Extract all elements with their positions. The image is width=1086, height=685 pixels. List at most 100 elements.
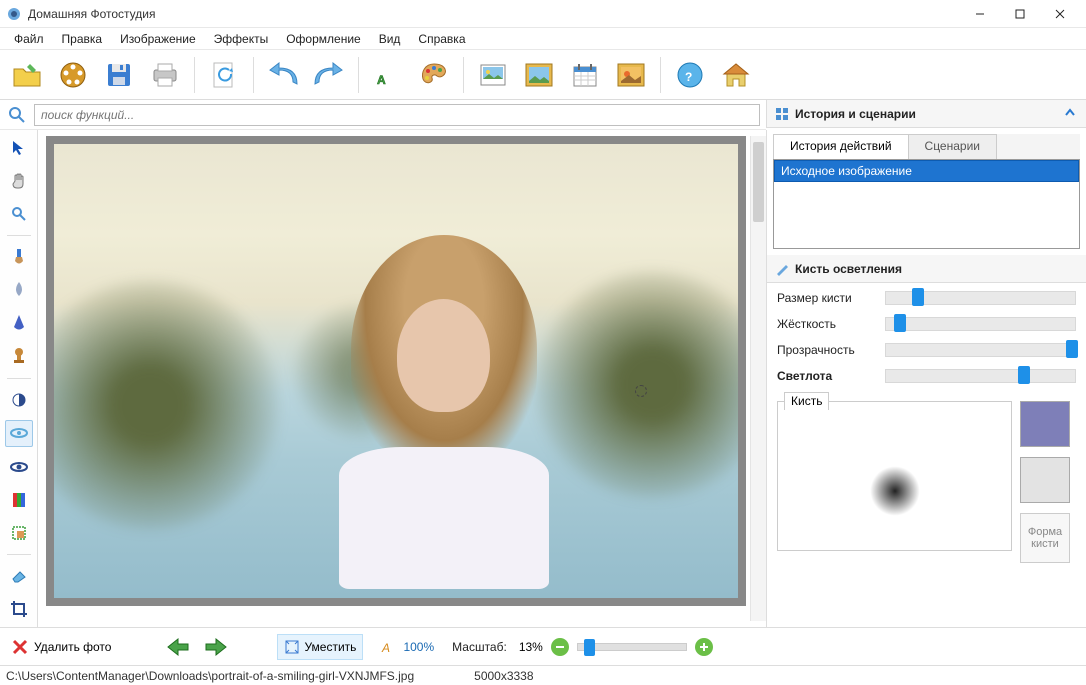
menu-file[interactable]: Файл xyxy=(6,30,52,48)
history-title: История и сценарии xyxy=(795,107,1064,121)
stamp-tool-icon[interactable] xyxy=(5,343,33,370)
history-panel-header: История и сценарии xyxy=(766,100,1086,128)
svg-text:?: ? xyxy=(685,70,692,84)
burn-tool-icon[interactable] xyxy=(5,453,33,480)
print-icon[interactable] xyxy=(144,54,186,96)
drop-tool-icon[interactable] xyxy=(5,277,33,304)
film-reel-icon[interactable] xyxy=(52,54,94,96)
hand-tool-icon[interactable] xyxy=(5,167,33,194)
contrast-tool-icon[interactable] xyxy=(5,387,33,414)
brush-lightness-label: Светлота xyxy=(777,369,877,383)
brush-shape-button[interactable]: Форма кисти xyxy=(1020,513,1070,563)
color-swatch-primary[interactable] xyxy=(1020,401,1070,447)
zoom-tool-icon[interactable] xyxy=(5,200,33,227)
selection-tool-icon[interactable] xyxy=(5,519,33,546)
tab-history[interactable]: История действий xyxy=(773,134,909,160)
pointer-tool-icon[interactable] xyxy=(5,134,33,161)
zoom-out-button[interactable] xyxy=(551,638,569,656)
crop-tool-icon[interactable] xyxy=(5,596,33,623)
scale-value: 13% xyxy=(519,640,543,654)
drop-sharp-tool-icon[interactable] xyxy=(5,310,33,337)
calendar-icon[interactable] xyxy=(564,54,606,96)
brush-size-slider[interactable] xyxy=(885,291,1076,305)
brush-preview-label: Кисть xyxy=(784,392,829,410)
delete-photo-label: Удалить фото xyxy=(34,640,111,654)
status-dimensions: 5000x3338 xyxy=(474,669,533,683)
brush-preview: Кисть xyxy=(777,401,1012,551)
fit-button[interactable]: Уместить xyxy=(277,634,363,660)
eraser-tool-icon[interactable] xyxy=(5,563,33,590)
brush-header-icon xyxy=(775,262,789,276)
brush-tool-icon[interactable] xyxy=(5,244,33,271)
menu-decor[interactable]: Оформление xyxy=(278,30,368,48)
status-path: C:\Users\ContentManager\Downloads\portra… xyxy=(6,669,414,683)
color-swatch-secondary[interactable] xyxy=(1020,457,1070,503)
text-a-icon: A xyxy=(381,640,395,654)
vertical-scrollbar[interactable] xyxy=(750,136,766,621)
help-icon[interactable]: ? xyxy=(669,54,711,96)
canvas-frame[interactable] xyxy=(46,136,746,606)
svg-text:A: A xyxy=(381,641,390,654)
home-icon[interactable] xyxy=(715,54,757,96)
delete-photo-button[interactable]: Удалить фото xyxy=(6,635,117,659)
collapse-arrow-icon[interactable] xyxy=(1064,107,1078,121)
text-icon[interactable]: A xyxy=(367,54,409,96)
menu-edit[interactable]: Правка xyxy=(54,30,111,48)
dodge-tool-icon[interactable] xyxy=(5,420,33,447)
open-folder-icon[interactable] xyxy=(6,54,48,96)
menubar: Файл Правка Изображение Эффекты Оформлен… xyxy=(0,28,1086,50)
search-row xyxy=(0,100,766,130)
search-input[interactable] xyxy=(34,104,760,126)
undo-icon[interactable] xyxy=(262,54,304,96)
fit-icon xyxy=(284,639,300,655)
menu-image[interactable]: Изображение xyxy=(112,30,204,48)
brush-hardness-slider[interactable] xyxy=(885,317,1076,331)
page-refresh-icon[interactable] xyxy=(203,54,245,96)
zoom-100-label: 100% xyxy=(403,640,434,654)
left-toolstrip xyxy=(0,130,38,627)
fit-label: Уместить xyxy=(304,640,356,654)
app-icon xyxy=(6,6,22,22)
menu-effects[interactable]: Эффекты xyxy=(206,30,277,48)
zoom-in-button[interactable] xyxy=(695,638,713,656)
brush-lightness-slider[interactable] xyxy=(885,369,1076,383)
canvas-area xyxy=(38,130,766,627)
brush-opacity-slider[interactable] xyxy=(885,343,1076,357)
history-list[interactable]: Исходное изображение xyxy=(773,159,1080,249)
prev-photo-button[interactable] xyxy=(163,632,193,662)
menu-view[interactable]: Вид xyxy=(371,30,409,48)
right-panel: История действий Сценарии Исходное изобр… xyxy=(766,130,1086,627)
rgb-tool-icon[interactable] xyxy=(5,486,33,513)
tab-scenarios[interactable]: Сценарии xyxy=(908,134,997,160)
minimize-button[interactable] xyxy=(960,2,1000,26)
next-photo-button[interactable] xyxy=(201,632,231,662)
image-small-icon[interactable] xyxy=(472,54,514,96)
image-sunset-icon[interactable] xyxy=(610,54,652,96)
menu-help[interactable]: Справка xyxy=(410,30,473,48)
history-item-original[interactable]: Исходное изображение xyxy=(774,160,1079,182)
main-toolbar: A ? xyxy=(0,50,1086,100)
image-framed-icon[interactable] xyxy=(518,54,560,96)
brush-panel-header: Кисть осветления xyxy=(767,255,1086,283)
bottom-toolbar: Удалить фото Уместить A 100% Масштаб: 13… xyxy=(0,627,1086,665)
image-canvas[interactable] xyxy=(54,144,738,598)
window-title: Домашняя Фотостудия xyxy=(28,7,960,21)
brush-title: Кисть осветления xyxy=(795,262,1078,276)
zoom-100-button[interactable]: A 100% xyxy=(381,640,434,654)
history-tabs: История действий Сценарии xyxy=(773,134,1080,160)
delete-x-icon xyxy=(12,639,28,655)
palette-icon[interactable] xyxy=(413,54,455,96)
search-icon[interactable] xyxy=(6,104,28,126)
brush-hardness-label: Жёсткость xyxy=(777,317,877,331)
svg-text:A: A xyxy=(377,73,386,87)
save-icon[interactable] xyxy=(98,54,140,96)
zoom-slider[interactable] xyxy=(577,643,687,651)
redo-icon[interactable] xyxy=(308,54,350,96)
statusbar: C:\Users\ContentManager\Downloads\portra… xyxy=(0,665,1086,685)
close-button[interactable] xyxy=(1040,2,1080,26)
cursor-marker-icon xyxy=(635,385,647,397)
titlebar: Домашняя Фотостудия xyxy=(0,0,1086,28)
brush-blob-icon xyxy=(870,466,920,516)
history-grid-icon xyxy=(775,107,789,121)
maximize-button[interactable] xyxy=(1000,2,1040,26)
